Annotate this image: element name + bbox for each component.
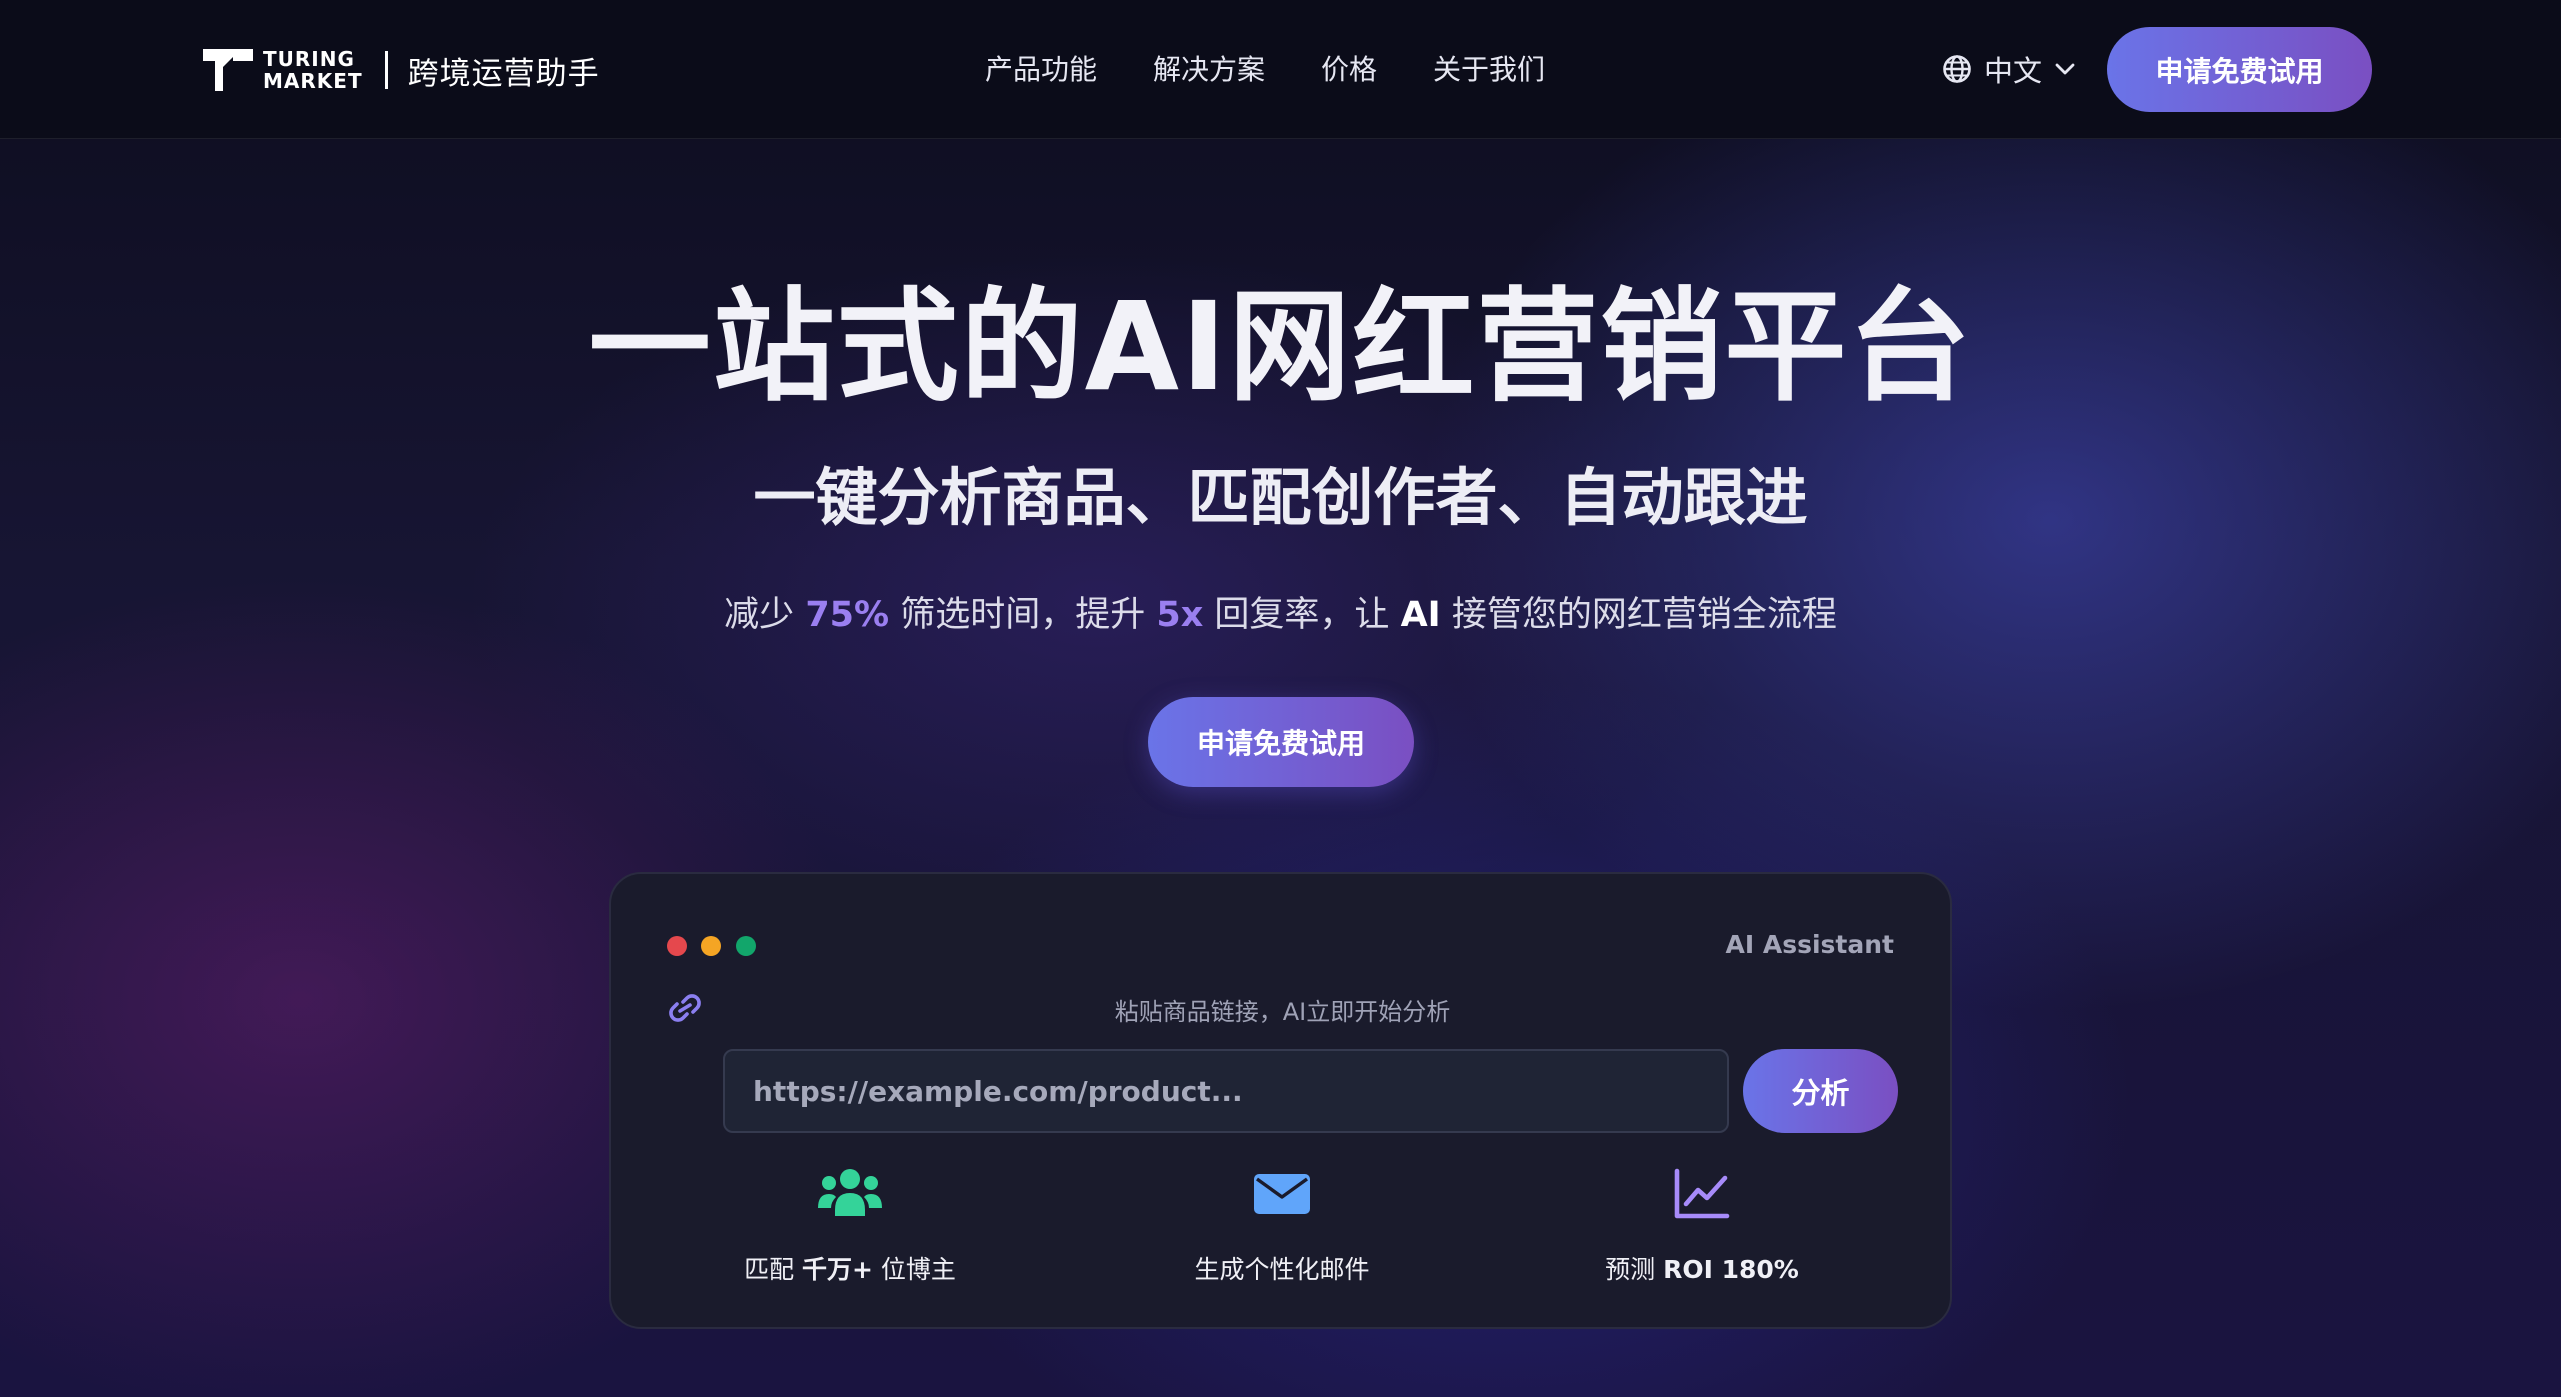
window-dot-red <box>667 936 687 956</box>
feature-match-creators: 匹配 千万+ 位博主 <box>680 1164 1020 1286</box>
feature-prefix: 匹配 <box>744 1255 803 1284</box>
feature-label-roi: 预测 ROI 180% <box>1532 1250 1872 1286</box>
feature-suffix: 位博主 <box>872 1255 956 1284</box>
card-hint: 粘贴商品链接，AI立即开始分析 <box>1114 998 1451 1026</box>
chart-line-icon <box>1674 1168 1730 1219</box>
header-free-trial-button[interactable]: 申请免费试用 <box>2107 27 2372 112</box>
language-label: 中文 <box>1984 54 2043 88</box>
language-selector[interactable]: 中文 <box>1942 48 2076 90</box>
turing-logo-icon <box>203 49 253 91</box>
chevron-down-icon <box>2055 63 2075 75</box>
product-url-input[interactable] <box>723 1049 1729 1133</box>
logo-divider <box>384 51 388 89</box>
feature-label-match: 匹配 千万+ 位博主 <box>680 1250 1020 1286</box>
envelope-icon <box>1254 1174 1310 1214</box>
feature-prefix: 预测 <box>1605 1255 1664 1284</box>
logo-wordmark: TURING MARKET <box>263 48 363 92</box>
nav-item-features[interactable]: 产品功能 <box>985 46 1097 94</box>
desc-ai: AI <box>1400 595 1441 635</box>
feature-predict-roi: 预测 ROI 180% <box>1532 1164 1872 1286</box>
card-title: AI Assistant <box>1725 930 1894 959</box>
logo-line2: MARKET <box>263 69 363 93</box>
analyze-button[interactable]: 分析 <box>1743 1049 1898 1133</box>
feature-strong: ROI 180% <box>1663 1255 1799 1284</box>
page: TURING MARKET 跨境运营助手 产品功能 解决方案 价格 关于我们 中… <box>0 0 2561 1397</box>
users-icon <box>818 1169 882 1216</box>
window-dot-green <box>736 936 756 956</box>
feature-strong: 千万+ <box>802 1255 873 1284</box>
nav-item-about[interactable]: 关于我们 <box>1433 46 1545 94</box>
stat-reply-rate: 5x <box>1156 595 1204 635</box>
feature-label-email: 生成个性化邮件 <box>1194 1255 1370 1284</box>
hero-title: 一站式的AI网红营销平台 <box>588 276 1973 418</box>
logo-line1: TURING <box>263 47 355 71</box>
desc-part4: 接管您的网红营销全流程 <box>1440 595 1837 635</box>
desc-part2: 筛选时间，提升 <box>889 595 1157 635</box>
desc-part1: 减少 <box>724 595 806 635</box>
ai-assistant-card: AI Assistant 粘贴商品链接，AI立即开始分析 分析 <box>609 872 1952 1329</box>
feature-personalized-email: 生成个性化邮件 <box>1112 1164 1452 1286</box>
hero-subtitle: 一键分析商品、匹配创作者、自动跟进 <box>753 461 1808 534</box>
nav-item-solutions[interactable]: 解决方案 <box>1153 46 1265 94</box>
nav-item-pricing[interactable]: 价格 <box>1321 46 1377 94</box>
hero-description: 减少 75% 筛选时间，提升 5x 回复率，让 AI 接管您的网红营销全流程 <box>0 590 2561 640</box>
globe-icon <box>1943 55 1971 83</box>
main-nav: 产品功能 解决方案 价格 关于我们 <box>985 46 1545 94</box>
window-dot-yellow <box>701 936 721 956</box>
top-navbar: TURING MARKET 跨境运营助手 产品功能 解决方案 价格 关于我们 中… <box>0 0 2561 139</box>
stat-time-saved: 75% <box>805 595 890 635</box>
product-name: 跨境运营助手 <box>407 55 600 92</box>
brand-logo[interactable]: TURING MARKET 跨境运营助手 <box>203 48 600 92</box>
desc-part3: 回复率，让 <box>1203 595 1401 635</box>
hero-free-trial-button[interactable]: 申请免费试用 <box>1148 697 1414 787</box>
